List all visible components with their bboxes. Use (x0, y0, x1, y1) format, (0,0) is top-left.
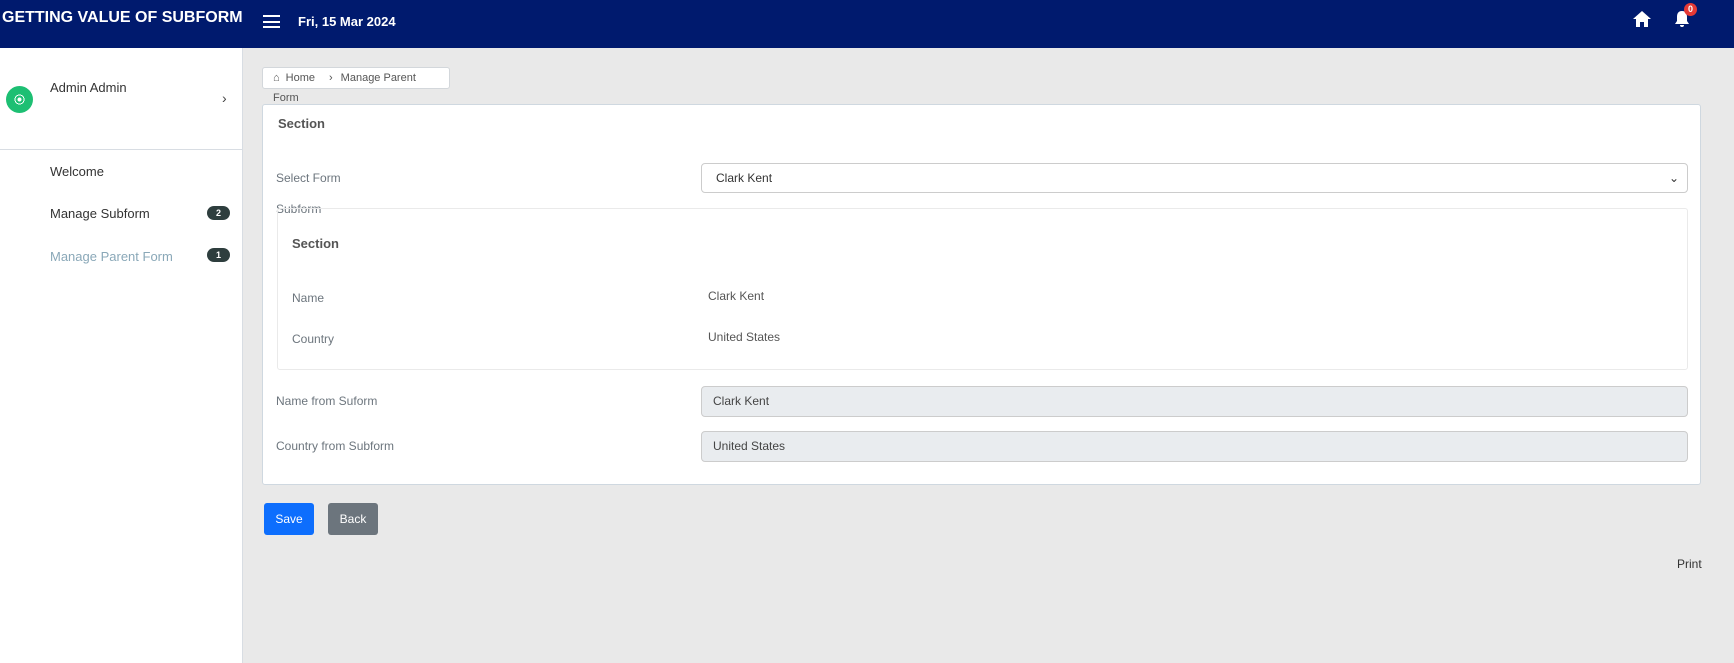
count-badge: 2 (207, 206, 230, 220)
chevron-right-icon[interactable]: › (222, 90, 227, 106)
chevron-down-icon: ⌄ (1668, 171, 1679, 185)
divider (0, 149, 243, 150)
selected-value: Clark Kent (716, 171, 773, 185)
print-link[interactable]: Print (1677, 557, 1702, 571)
save-button[interactable]: Save (264, 503, 314, 535)
hamburger-menu-icon[interactable] (263, 15, 280, 28)
breadcrumb-home[interactable]: Home (286, 72, 315, 84)
country-from-subform-label: Country from Subform (276, 439, 395, 453)
app-title: GETTING VALUE OF SUBFORM (2, 9, 243, 26)
select-form-label: Select Form (276, 171, 341, 185)
country-value: United States (708, 330, 781, 344)
name-label: Name (292, 291, 325, 305)
home-icon: ⌂ (273, 72, 280, 84)
subform-panel: Section Name Clark Kent Country United S… (277, 208, 1688, 370)
notification-badge: 0 (1684, 3, 1697, 16)
country-label: Country (292, 332, 335, 346)
back-button[interactable]: Back (328, 503, 378, 535)
country-from-subform-input[interactable]: United States (701, 431, 1688, 462)
subform-section-title: Section (292, 236, 339, 251)
name-value: Clark Kent (708, 289, 765, 303)
current-date: Fri, 15 Mar 2024 (298, 14, 396, 29)
count-badge: 1 (207, 248, 230, 262)
sidebar-item-welcome[interactable]: Welcome (50, 164, 104, 179)
chevron-right-icon: › (329, 72, 333, 84)
name-from-subform-input[interactable]: Clark Kent (701, 386, 1688, 417)
sidebar-item-manage-parent-form[interactable]: Manage Parent Form (50, 249, 173, 264)
select-form-dropdown[interactable]: Clark Kent ⌄ (701, 163, 1688, 193)
avatar (6, 86, 33, 113)
home-icon[interactable] (1632, 10, 1652, 28)
name-from-subform-label: Name from Suform (276, 394, 378, 408)
user-name[interactable]: Admin Admin (50, 80, 127, 95)
sidebar-item-manage-subform[interactable]: Manage Subform (50, 206, 150, 221)
breadcrumb: ⌂ Home › Manage Parent Form (262, 67, 450, 104)
sidebar: Admin Admin › Welcome Manage Subform 2 M… (0, 48, 243, 663)
top-header: GETTING VALUE OF SUBFORM Fri, 15 Mar 202… (0, 0, 1734, 48)
section-title: Section (278, 116, 325, 131)
form-card: Section Select Form Clark Kent ⌄ Subform … (262, 104, 1701, 485)
